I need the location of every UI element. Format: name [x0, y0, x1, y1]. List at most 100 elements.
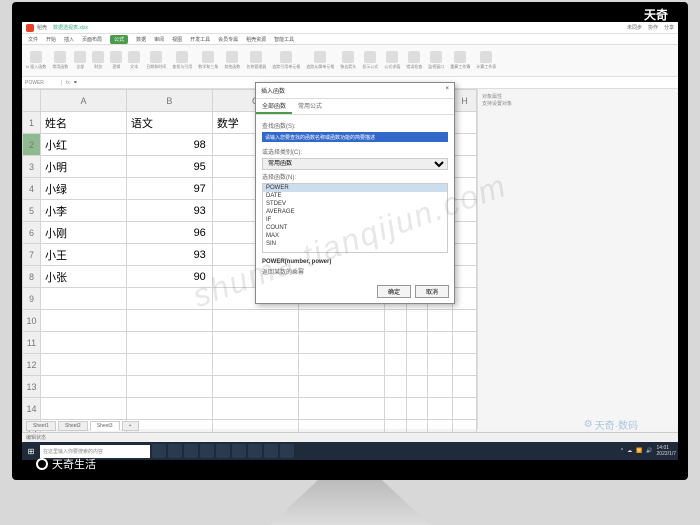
cell[interactable]: [453, 288, 477, 310]
cell[interactable]: [453, 266, 477, 288]
cell[interactable]: [298, 310, 384, 332]
ribbon-button[interactable]: 错误检查: [406, 51, 422, 70]
row-header[interactable]: 4: [23, 178, 41, 200]
tab-review[interactable]: 审阅: [154, 36, 164, 43]
cell[interactable]: [453, 178, 477, 200]
cell[interactable]: [384, 376, 406, 398]
formula-input[interactable]: =: [74, 80, 77, 86]
col-header[interactable]: B: [126, 90, 212, 112]
taskbar-icon[interactable]: [280, 444, 294, 458]
coop-button[interactable]: 协作: [648, 24, 658, 31]
cell[interactable]: [212, 376, 298, 398]
row-header[interactable]: 12: [23, 354, 41, 376]
cell[interactable]: [384, 310, 406, 332]
sheet-tab[interactable]: Sheet2: [58, 421, 88, 431]
ribbon-button[interactable]: 其他函数: [224, 51, 240, 70]
ribbon-button[interactable]: 监视窗口: [428, 51, 444, 70]
cell[interactable]: [384, 354, 406, 376]
dialog-tab-all[interactable]: 全部函数: [256, 99, 292, 114]
ribbon-button[interactable]: 查找与引用: [172, 51, 192, 70]
row-header[interactable]: 6: [23, 222, 41, 244]
cell[interactable]: [453, 222, 477, 244]
row-header[interactable]: 14: [23, 398, 41, 420]
cell[interactable]: [453, 354, 477, 376]
tab-resource[interactable]: 稻壳资源: [246, 36, 266, 43]
cell[interactable]: [212, 398, 298, 420]
cell[interactable]: 97: [126, 178, 212, 200]
cell[interactable]: [453, 376, 477, 398]
tab-data[interactable]: 数据: [136, 36, 146, 43]
sheet-tab[interactable]: +: [122, 421, 139, 431]
sheet-tab[interactable]: Sheet3: [90, 421, 120, 431]
tray-up-icon[interactable]: ^: [621, 448, 623, 454]
taskbar-icon[interactable]: [232, 444, 246, 458]
cell[interactable]: [453, 112, 477, 134]
cell[interactable]: 小刚: [41, 222, 127, 244]
cell[interactable]: 小王: [41, 244, 127, 266]
taskbar-icon[interactable]: [216, 444, 230, 458]
cell[interactable]: [41, 398, 127, 420]
close-icon[interactable]: ×: [445, 86, 449, 95]
tab-formula[interactable]: 公式: [110, 35, 128, 44]
cell[interactable]: [41, 376, 127, 398]
function-item[interactable]: AVERAGE: [263, 208, 447, 216]
ribbon-button[interactable]: 移去箭头: [340, 51, 356, 70]
tray-wifi-icon[interactable]: 🛜: [636, 448, 642, 454]
cell[interactable]: [427, 332, 453, 354]
cell[interactable]: [406, 398, 427, 420]
cell[interactable]: [406, 310, 427, 332]
ribbon-button[interactable]: 数学和三角: [198, 51, 218, 70]
cell[interactable]: [427, 376, 453, 398]
taskbar-icon[interactable]: [152, 444, 166, 458]
cell[interactable]: [126, 288, 212, 310]
cell[interactable]: 姓名: [41, 112, 127, 134]
cell[interactable]: [212, 332, 298, 354]
cell[interactable]: [298, 332, 384, 354]
taskbar-icon[interactable]: [168, 444, 182, 458]
cell[interactable]: 小绿: [41, 178, 127, 200]
row-header[interactable]: 11: [23, 332, 41, 354]
cell[interactable]: [406, 354, 427, 376]
row-header[interactable]: 3: [23, 156, 41, 178]
function-item[interactable]: POWER: [263, 184, 447, 192]
row-header[interactable]: 2: [23, 134, 41, 156]
taskbar-icon[interactable]: [264, 444, 278, 458]
cell[interactable]: 小李: [41, 200, 127, 222]
tray-cloud-icon[interactable]: ☁: [627, 448, 632, 454]
tab-insert[interactable]: 插入: [64, 36, 74, 43]
cancel-button[interactable]: 取消: [415, 285, 449, 298]
ribbon-button[interactable]: 日期和时间: [146, 51, 166, 70]
cell[interactable]: [384, 398, 406, 420]
ribbon-button[interactable]: 文本: [128, 51, 140, 70]
ribbon-button[interactable]: 全部: [74, 51, 86, 70]
ribbon-button[interactable]: 逻辑: [110, 51, 122, 70]
tab-layout[interactable]: 页面布局: [82, 36, 102, 43]
ribbon-button[interactable]: 公式求值: [384, 51, 400, 70]
cell[interactable]: [41, 354, 127, 376]
cell[interactable]: [298, 376, 384, 398]
name-box[interactable]: POWER: [22, 80, 62, 86]
tab-home[interactable]: 开始: [46, 36, 56, 43]
ribbon-button[interactable]: 名称管理器: [246, 51, 266, 70]
cell[interactable]: 90: [126, 266, 212, 288]
row-header[interactable]: 13: [23, 376, 41, 398]
row-header[interactable]: 9: [23, 288, 41, 310]
col-header[interactable]: A: [41, 90, 127, 112]
taskbar-icon[interactable]: [184, 444, 198, 458]
cell[interactable]: [427, 354, 453, 376]
function-list[interactable]: POWERDATESTDEVAVERAGEIFCOUNTMAXSIN: [262, 183, 448, 253]
ribbon-button[interactable]: fx 插入函数: [26, 51, 46, 70]
cell[interactable]: [41, 332, 127, 354]
row-header[interactable]: 7: [23, 244, 41, 266]
cell[interactable]: [126, 376, 212, 398]
cell[interactable]: [126, 332, 212, 354]
cell[interactable]: 小明: [41, 156, 127, 178]
function-item[interactable]: MAX: [263, 232, 447, 240]
row-header[interactable]: 10: [23, 310, 41, 332]
cell[interactable]: 98: [126, 134, 212, 156]
cell[interactable]: 小红: [41, 134, 127, 156]
cell[interactable]: [384, 332, 406, 354]
fx-icon[interactable]: fx: [62, 80, 74, 86]
ribbon-button[interactable]: 重算工作簿: [450, 51, 470, 70]
ribbon-button[interactable]: 常用函数: [52, 51, 68, 70]
